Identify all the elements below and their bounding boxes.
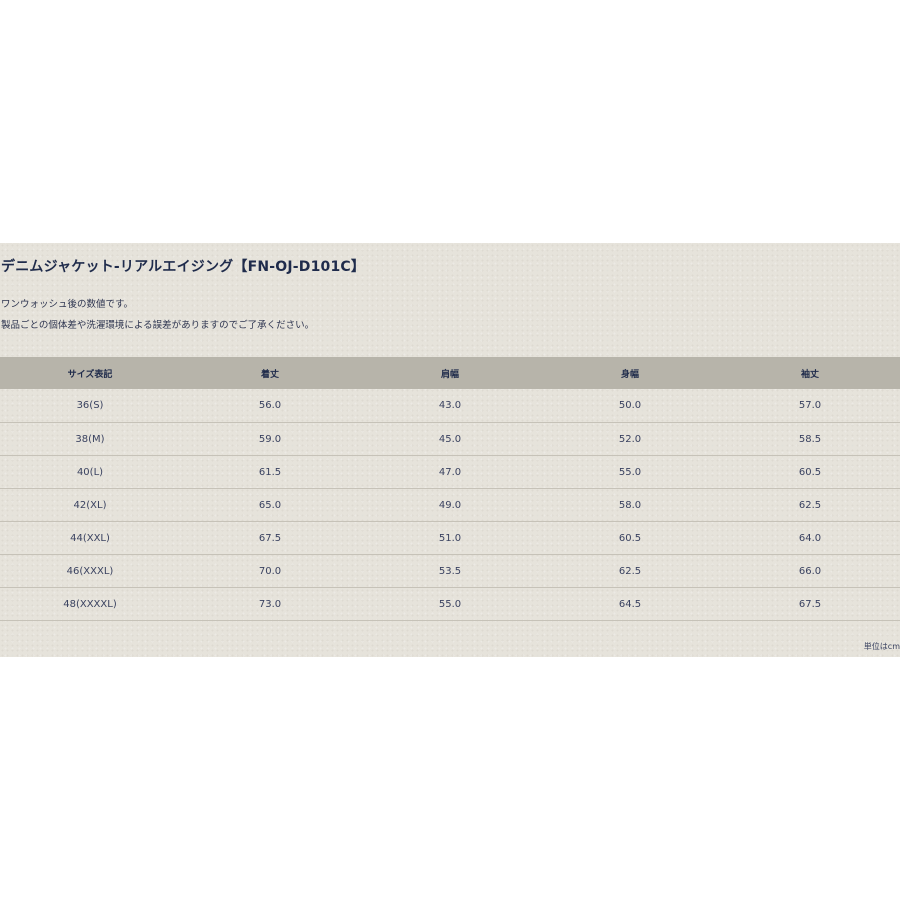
body-width-cell: 50.0 [540,389,720,423]
shoulder-cell: 47.0 [360,455,540,489]
size-cell: 38(M) [0,422,180,456]
body-width-cell: 58.0 [540,488,720,522]
size-cell: 44(XXL) [0,521,180,555]
table-row: 46(XXXL) 70.0 53.5 62.5 66.0 [0,554,900,588]
size-table: サイズ表記 着丈 肩幅 身幅 袖丈 36(S) 56.0 43.0 50.0 5… [0,357,900,621]
body-width-cell: 52.0 [540,422,720,456]
size-cell: 48(XXXXL) [0,587,180,621]
sleeve-cell: 57.0 [720,389,900,423]
table-header-row: サイズ表記 着丈 肩幅 身幅 袖丈 [0,357,900,389]
sleeve-cell: 58.5 [720,422,900,456]
body-width-cell: 60.5 [540,521,720,555]
size-cell: 40(L) [0,455,180,489]
header-size-label: サイズ表記 [0,357,180,389]
length-cell: 70.0 [180,554,360,588]
sleeve-cell: 66.0 [720,554,900,588]
size-cell: 36(S) [0,389,180,423]
product-title: デニムジャケット-リアルエイジング【FN-OJ-D101C】 [1,259,366,275]
shoulder-cell: 43.0 [360,389,540,423]
sleeve-cell: 64.0 [720,521,900,555]
length-cell: 59.0 [180,422,360,456]
length-cell: 65.0 [180,488,360,522]
table-row: 42(XL) 65.0 49.0 58.0 62.5 [0,488,900,522]
variance-note: 製品ごとの個体差や洗濯環境による誤差がありますのでご了承ください。 [1,320,315,331]
length-cell: 67.5 [180,521,360,555]
table-row: 36(S) 56.0 43.0 50.0 57.0 [0,389,900,423]
header-sleeve-length: 袖丈 [720,357,900,389]
header-body-width: 身幅 [540,357,720,389]
size-cell: 42(XL) [0,488,180,522]
body-width-cell: 62.5 [540,554,720,588]
header-length: 着丈 [180,357,360,389]
table-row: 38(M) 59.0 45.0 52.0 58.5 [0,422,900,456]
sleeve-cell: 62.5 [720,488,900,522]
length-cell: 61.5 [180,455,360,489]
shoulder-cell: 53.5 [360,554,540,588]
shoulder-cell: 51.0 [360,521,540,555]
unit-note: 単位はcm [863,642,900,651]
sleeve-cell: 60.5 [720,455,900,489]
table-row: 44(XXL) 67.5 51.0 60.5 64.0 [0,521,900,555]
table-row: 48(XXXXL) 73.0 55.0 64.5 67.5 [0,587,900,621]
length-cell: 73.0 [180,587,360,621]
size-chart-panel: デニムジャケット-リアルエイジング【FN-OJ-D101C】 ワンウォッシュ後の… [0,243,900,657]
sleeve-cell: 67.5 [720,587,900,621]
header-shoulder-width: 肩幅 [360,357,540,389]
shoulder-cell: 45.0 [360,422,540,456]
wash-note: ワンウォッシュ後の数値です。 [1,299,134,310]
shoulder-cell: 55.0 [360,587,540,621]
size-cell: 46(XXXL) [0,554,180,588]
table-row: 40(L) 61.5 47.0 55.0 60.5 [0,455,900,489]
body-width-cell: 64.5 [540,587,720,621]
length-cell: 56.0 [180,389,360,423]
body-width-cell: 55.0 [540,455,720,489]
shoulder-cell: 49.0 [360,488,540,522]
